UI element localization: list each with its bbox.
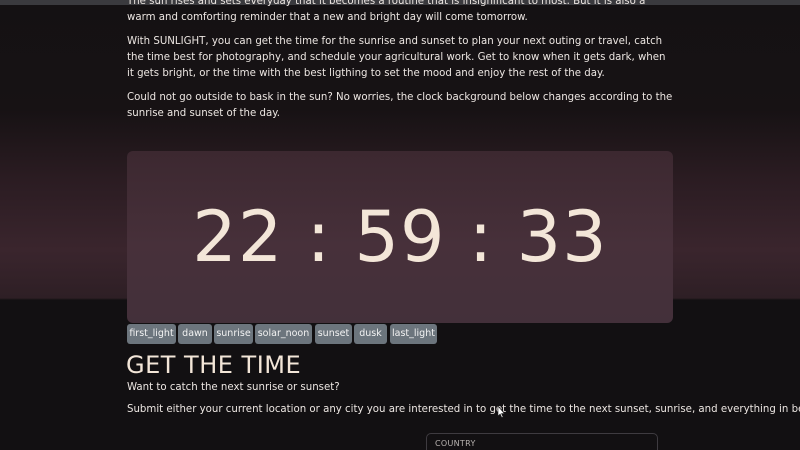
- intro-section: The sun rises and sets everyday that it …: [127, 0, 675, 130]
- dusk-button[interactable]: dusk: [354, 324, 387, 344]
- first-light-button[interactable]: first_light: [127, 324, 176, 344]
- sunrise-button[interactable]: sunrise: [214, 324, 253, 344]
- country-select[interactable]: COUNTRY: [426, 433, 658, 450]
- get-time-subtitle: Want to catch the next sunrise or sunset…: [127, 382, 340, 393]
- clock-time: 22 : 59 : 33: [192, 196, 608, 278]
- dawn-button[interactable]: dawn: [178, 324, 212, 344]
- clock-panel: 22 : 59 : 33: [127, 151, 673, 323]
- get-time-title: GET THE TIME: [126, 351, 302, 379]
- country-select-label: COUNTRY: [435, 439, 476, 448]
- last-light-button[interactable]: last_light: [390, 324, 437, 344]
- page: The sun rises and sets everyday that it …: [0, 0, 800, 450]
- get-time-description: Submit either your current location or a…: [127, 404, 800, 415]
- intro-paragraph-2: With SUNLIGHT, you can get the time for …: [127, 36, 666, 79]
- solar-noon-button[interactable]: solar_noon: [255, 324, 312, 344]
- intro-paragraph-3: Could not go outside to bask in the sun?…: [127, 92, 673, 119]
- sunset-button[interactable]: sunset: [315, 324, 352, 344]
- mouse-pointer-icon: [497, 405, 505, 419]
- intro-paragraph-1: The sun rises and sets everyday that it …: [127, 0, 646, 23]
